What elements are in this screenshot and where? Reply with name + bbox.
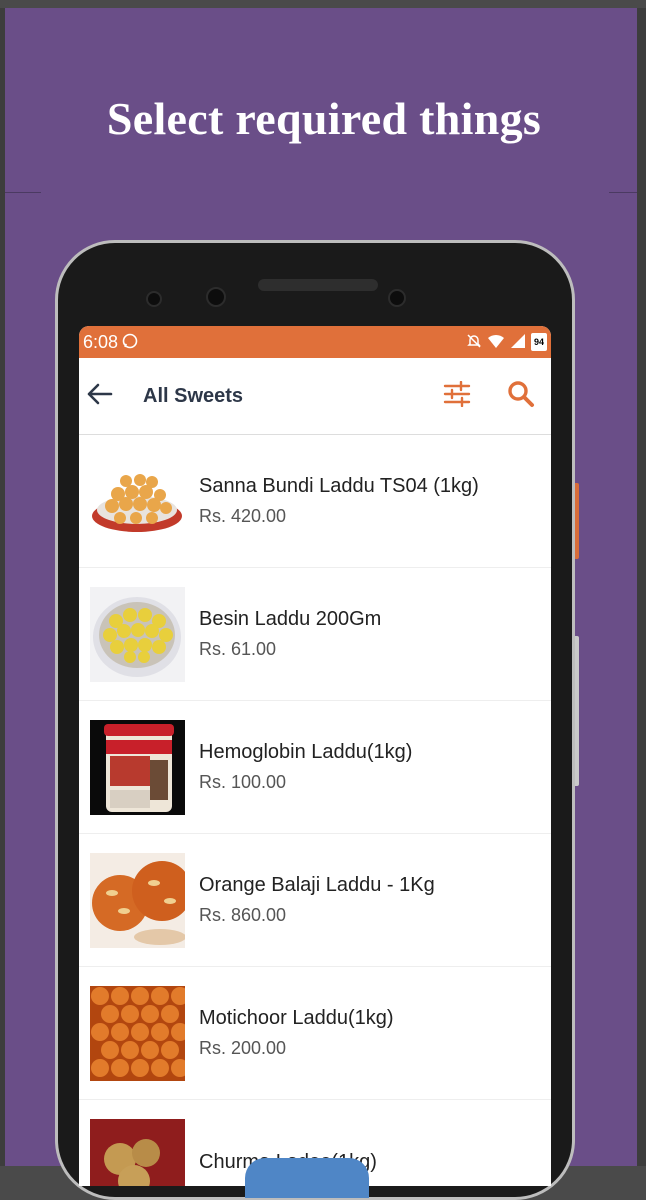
status-bar: 6:08 94 (79, 326, 551, 358)
product-image (90, 586, 185, 682)
product-name: Besin Laddu 200Gm (199, 608, 382, 630)
product-image (90, 453, 185, 549)
list-item[interactable]: Besin Laddu 200Gm Rs. 61.00 (79, 568, 551, 701)
front-camera (146, 291, 162, 307)
product-name: Hemoglobin Laddu(1kg) (199, 741, 413, 763)
back-arrow-icon[interactable] (87, 381, 131, 412)
filter-sliders-icon[interactable] (443, 380, 471, 412)
signal-icon (510, 333, 526, 352)
product-name: Orange Balaji Laddu - 1Kg (199, 874, 435, 896)
search-icon[interactable] (507, 380, 535, 413)
phone-speaker (258, 279, 378, 291)
front-camera (206, 287, 226, 307)
product-name: Motichoor Laddu(1kg) (199, 1007, 394, 1029)
product-image (90, 852, 185, 948)
product-image (90, 1118, 185, 1186)
page-title: All Sweets (143, 384, 244, 407)
list-item[interactable]: Sanna Bundi Laddu TS04 (1kg) Rs. 420.00 (79, 435, 551, 568)
product-price: Rs. 860.00 (199, 905, 287, 925)
floating-action-button[interactable] (245, 1158, 369, 1198)
product-image (90, 985, 185, 1081)
product-price: Rs. 61.00 (199, 639, 277, 659)
battery-icon: 94 (531, 333, 547, 351)
product-price: Rs. 420.00 (199, 506, 287, 526)
wifi-icon (487, 333, 505, 352)
proximity-sensor (388, 289, 406, 307)
phone-screen: 6:08 94 All Sweets Sanna Bundi Laddu TS0… (79, 326, 551, 1186)
promo-headline: Select required things (106, 93, 542, 144)
app-bar: All Sweets (79, 358, 551, 435)
mute-bell-icon (466, 333, 482, 352)
product-price: Rs. 200.00 (199, 1038, 287, 1058)
left-divider (5, 192, 41, 193)
status-time: 6:08 (83, 331, 119, 352)
list-item[interactable]: Hemoglobin Laddu(1kg) Rs. 100.00 (79, 701, 551, 834)
list-item[interactable]: Orange Balaji Laddu - 1Kg Rs. 860.00 (79, 834, 551, 967)
right-edge-shade (637, 8, 646, 1166)
list-item[interactable]: Motichoor Laddu(1kg) Rs. 200.00 (79, 967, 551, 1100)
product-price: Rs. 100.00 (199, 772, 287, 792)
right-divider (609, 192, 637, 193)
product-name: Sanna Bundi Laddu TS04 (1kg) (199, 475, 479, 497)
product-image (90, 719, 185, 815)
whatsapp-icon (122, 333, 138, 352)
product-list: Sanna Bundi Laddu TS04 (1kg) Rs. 420.00 (79, 435, 551, 1186)
